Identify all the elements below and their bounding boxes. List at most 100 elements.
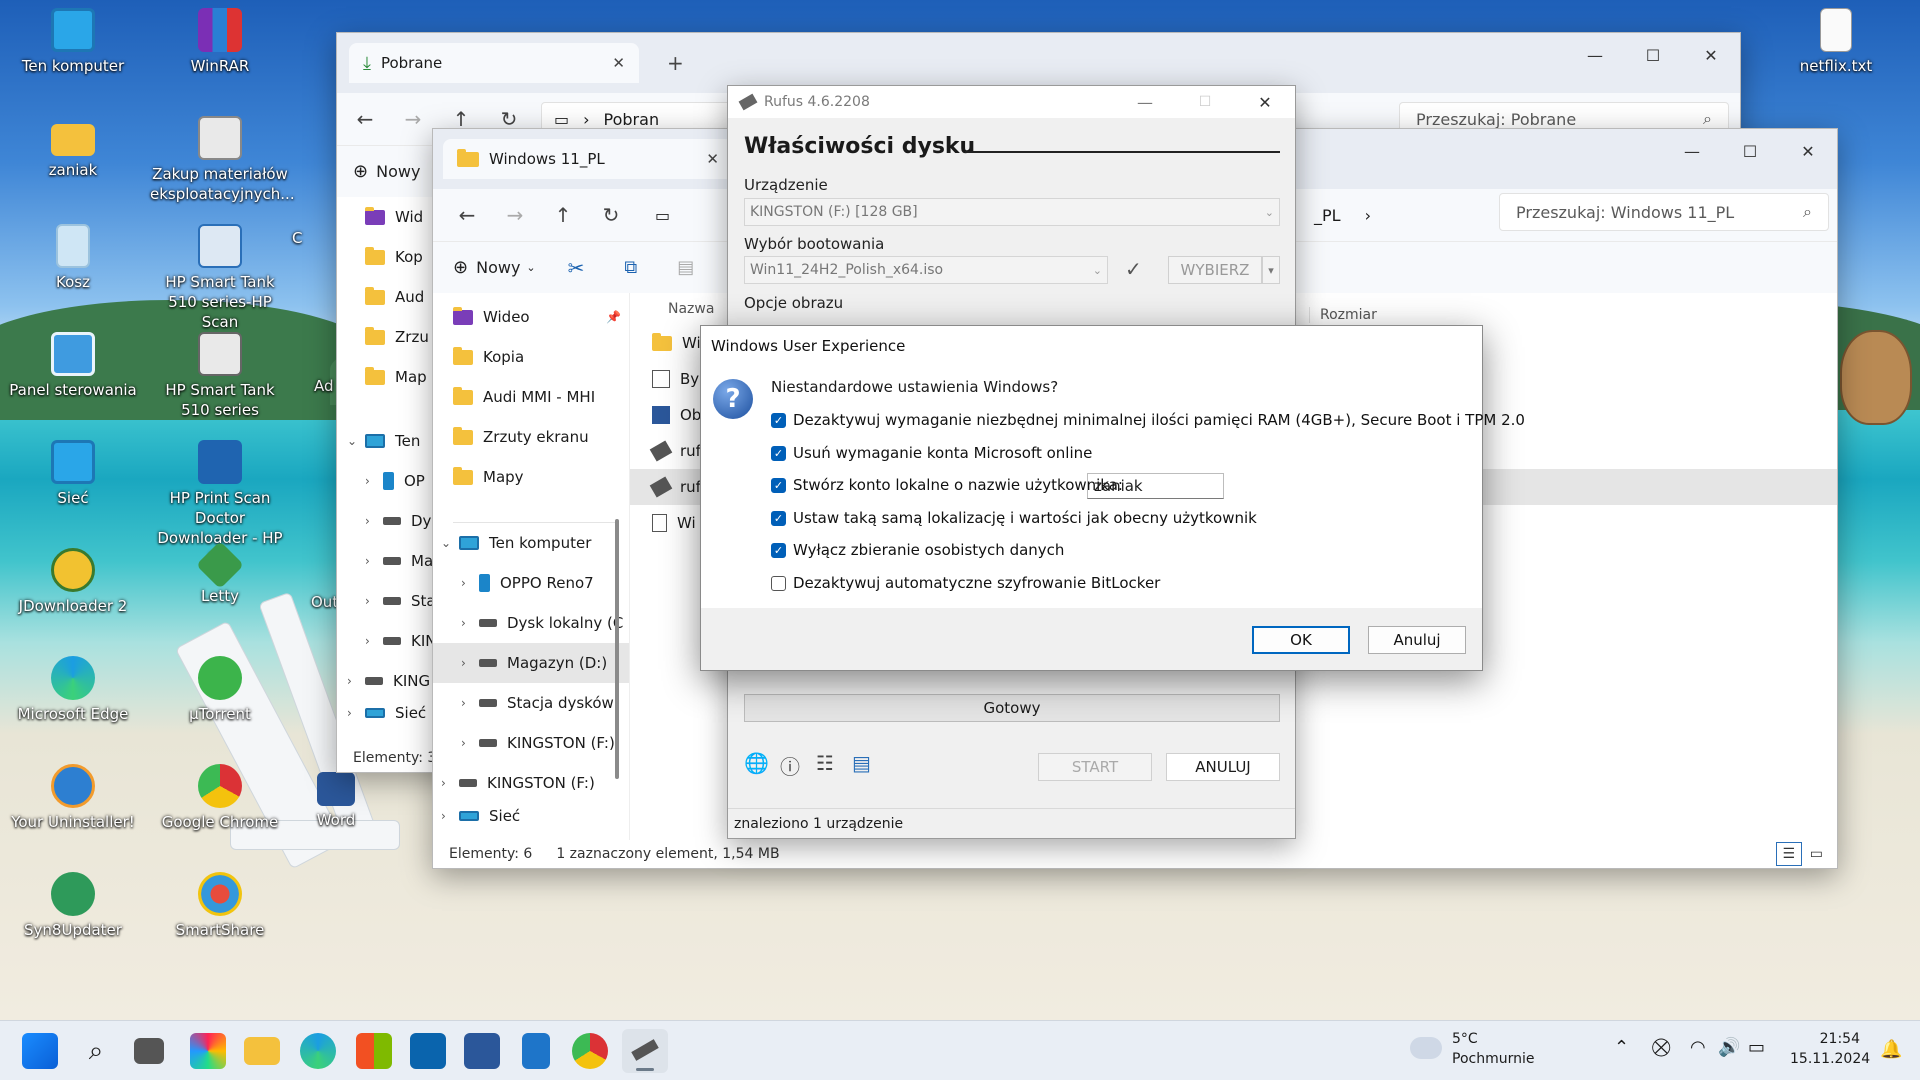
- network-off-icon[interactable]: ⛒: [1652, 1037, 1670, 1058]
- desktop-icon-jdownloader[interactable]: JDownloader 2: [3, 548, 143, 616]
- up-icon[interactable]: ↑: [539, 203, 587, 227]
- sidebar-item-disk-station[interactable]: › Sta: [365, 581, 437, 621]
- tab-windows11[interactable]: Windows 11_PL ✕: [443, 139, 733, 179]
- back-icon[interactable]: ←: [341, 107, 389, 131]
- close-tab-icon[interactable]: ✕: [612, 54, 625, 72]
- sidebar-item-this-pc[interactable]: ⌄ Ten komputer: [441, 523, 629, 563]
- weather-widget[interactable]: 5°C Pochmurnie: [1452, 1029, 1534, 1069]
- wifi-icon[interactable]: ◠: [1690, 1037, 1706, 1058]
- forward-icon[interactable]: →: [491, 203, 539, 227]
- maximize-icon[interactable]: ☐: [1624, 33, 1682, 77]
- search-icon[interactable]: ⌕: [78, 1033, 114, 1069]
- sidebar-item-local-disk[interactable]: › Dysk lokalny (C: [453, 603, 629, 643]
- option-bypass-requirements[interactable]: ✓ Dezaktywuj wymaganie niezbędnej minima…: [771, 408, 1525, 432]
- sidebar-item-maps[interactable]: Mapy: [453, 457, 629, 497]
- minimize-icon[interactable]: —: [1663, 129, 1721, 173]
- select-dropdown-icon[interactable]: ▾: [1262, 256, 1280, 284]
- copilot-icon[interactable]: [190, 1033, 226, 1069]
- desktop-icon-recycle-bin[interactable]: Kosz: [3, 224, 143, 292]
- tab-downloads[interactable]: ⤓ Pobrane ✕: [349, 43, 639, 83]
- battery-icon[interactable]: ▭: [1748, 1037, 1765, 1058]
- outlook-icon[interactable]: [410, 1033, 446, 1069]
- edge-icon[interactable]: [300, 1033, 336, 1069]
- select-button[interactable]: WYBIERZ: [1168, 256, 1262, 284]
- sidebar-item-disk-station[interactable]: › Stacja dysków: [453, 683, 629, 723]
- checkbox-unchecked-icon[interactable]: ✓: [771, 575, 786, 591]
- sidebar-item-copy[interactable]: Kop: [365, 237, 437, 277]
- desktop-icon-smartshare[interactable]: SmartShare: [150, 872, 290, 940]
- close-icon[interactable]: ✕: [1235, 93, 1295, 112]
- checkbox-checked-icon[interactable]: ✓: [771, 445, 786, 461]
- microsoft-store-icon[interactable]: [356, 1033, 392, 1069]
- sidebar-scrollbar[interactable]: [615, 519, 619, 779]
- sidebar-item-screenshots[interactable]: Zrzu: [365, 317, 437, 357]
- desktop-icon-word[interactable]: Word: [296, 772, 376, 830]
- start-button[interactable]: START: [1038, 753, 1152, 781]
- sidebar-item-audi[interactable]: Audi MMI - MHI: [453, 377, 629, 417]
- desktop-icon-user-folder[interactable]: zaniak: [3, 116, 143, 180]
- option-create-local-account[interactable]: ✓ Stwórz konto lokalne o nazwie użytkown…: [771, 473, 1123, 497]
- cut-icon[interactable]: ✂: [568, 256, 585, 280]
- desktop-icon-hp-smart-tank[interactable]: HP Smart Tank 510 series: [150, 332, 290, 420]
- sidebar-item-audi[interactable]: Aud: [365, 277, 437, 317]
- boot-selection-select[interactable]: Win11_24H2_Polish_x64.iso ⌄: [744, 256, 1108, 284]
- sidebar-item-screenshots[interactable]: Zrzuty ekranu: [453, 417, 629, 457]
- minimize-icon[interactable]: —: [1115, 93, 1175, 112]
- tiles-view-icon[interactable]: ▭: [1810, 846, 1823, 862]
- new-tab-icon[interactable]: +: [667, 51, 684, 75]
- new-button[interactable]: ⊕ Nowy ⌄: [453, 257, 536, 278]
- close-icon[interactable]: ✕: [1682, 33, 1740, 77]
- cancel-button[interactable]: Anuluj: [1368, 626, 1466, 654]
- desktop-icon-edge[interactable]: Microsoft Edge: [3, 656, 143, 724]
- sidebar-item-storage[interactable]: › Magazyn (D:): [433, 643, 629, 683]
- volume-icon[interactable]: 🔊: [1718, 1037, 1740, 1058]
- desktop-icon-hp-supplies[interactable]: Zakup materiałów eksploatacyjnych...: [150, 116, 295, 204]
- windows-user-experience-dialog[interactable]: Windows User Experience ? Niestandardowe…: [700, 325, 1525, 671]
- desktop-icon-hp-scan[interactable]: HP Smart Tank 510 series-HP Scan: [150, 224, 290, 332]
- rufus-taskbar-button[interactable]: [622, 1029, 668, 1073]
- file-explorer-icon[interactable]: [244, 1037, 280, 1065]
- chrome-icon[interactable]: [572, 1033, 608, 1069]
- device-select[interactable]: KINGSTON (F:) [128 GB] ⌄: [744, 198, 1280, 226]
- close-tab-icon[interactable]: ✕: [706, 150, 719, 168]
- sidebar-item-oppo[interactable]: › OP: [365, 461, 437, 501]
- cancel-button[interactable]: ANULUJ: [1166, 753, 1280, 781]
- refresh-icon[interactable]: ↻: [587, 203, 635, 227]
- notepad-icon[interactable]: [522, 1033, 550, 1069]
- start-button-windows-icon[interactable]: [22, 1033, 58, 1069]
- chevron-up-icon[interactable]: ⌃: [1614, 1037, 1629, 1058]
- minimize-icon[interactable]: —: [1566, 33, 1624, 77]
- back-icon[interactable]: ←: [443, 203, 491, 227]
- maximize-icon[interactable]: ☐: [1721, 129, 1779, 173]
- sidebar-item-copy[interactable]: Kopia: [453, 337, 629, 377]
- paste-icon[interactable]: ▤: [677, 257, 694, 278]
- copy-icon[interactable]: ⧉: [624, 257, 637, 278]
- clock[interactable]: 21:54 15.11.2024: [1790, 1029, 1870, 1069]
- sidebar-item-maps[interactable]: Map: [365, 357, 437, 397]
- desktop-icon-chrome[interactable]: Google Chrome: [150, 764, 290, 832]
- sidebar-item-network[interactable]: › Sieć: [347, 701, 437, 725]
- sidebar-item-oppo[interactable]: › OPPO Reno7: [453, 563, 629, 603]
- ok-button[interactable]: OK: [1252, 626, 1350, 654]
- about-icon[interactable]: ⓘ: [780, 751, 800, 780]
- desktop-icon-letty[interactable]: Letty: [150, 540, 290, 606]
- sidebar-item-kingston[interactable]: › KIN: [365, 621, 437, 661]
- checkbox-checked-icon[interactable]: ✓: [771, 477, 786, 493]
- maximize-icon[interactable]: ☐: [1175, 94, 1235, 110]
- weather-cloud-icon[interactable]: [1410, 1037, 1442, 1059]
- option-disable-data-collection[interactable]: ✓ Wyłącz zbieranie osobistych danych: [771, 538, 1064, 562]
- sidebar-item-storage[interactable]: › Ma: [365, 541, 437, 581]
- checkbox-checked-icon[interactable]: ✓: [771, 412, 786, 428]
- desktop-icon-network[interactable]: Sieć: [3, 440, 143, 508]
- option-same-locale[interactable]: ✓ Ustaw taką samą lokalizację i wartości…: [771, 506, 1257, 530]
- sidebar-item-kingston-usb[interactable]: › KINGSTON (F:): [441, 763, 629, 803]
- column-header-name[interactable]: Nazwa: [668, 301, 714, 317]
- desktop-icon-control-panel[interactable]: Panel sterowania: [3, 332, 143, 400]
- forward-icon[interactable]: →: [389, 107, 437, 131]
- desktop-icon-your-uninstaller[interactable]: Your Uninstaller!: [3, 764, 143, 832]
- column-header-size[interactable]: Rozmiar: [1309, 307, 1377, 323]
- notification-bell-icon[interactable]: 🔔: [1880, 1039, 1902, 1060]
- checkbox-checked-icon[interactable]: ✓: [771, 510, 786, 526]
- verify-check-icon[interactable]: ✓: [1125, 257, 1142, 281]
- task-view-icon[interactable]: [134, 1038, 164, 1064]
